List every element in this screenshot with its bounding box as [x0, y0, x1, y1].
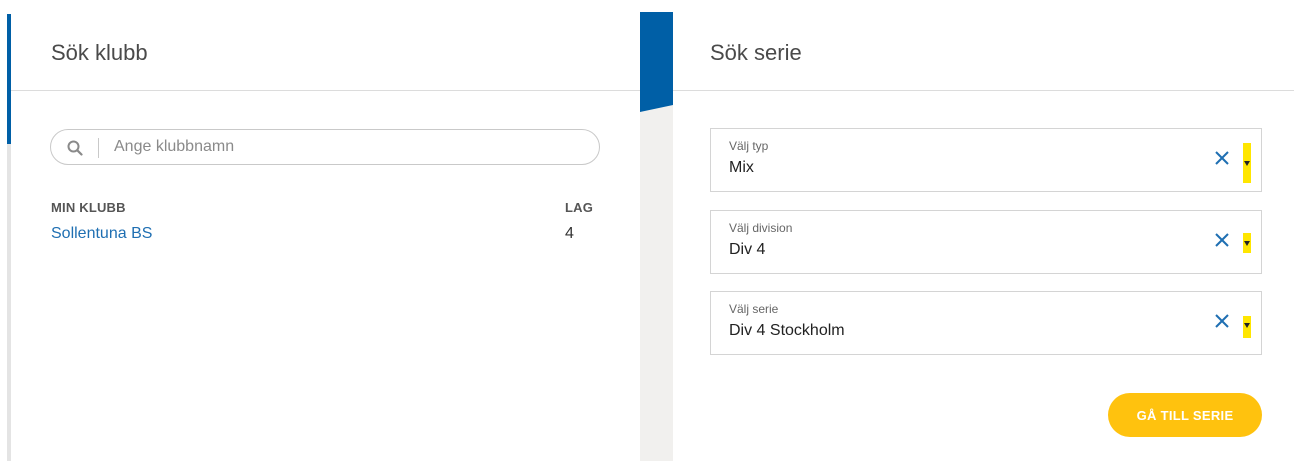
search-separator — [98, 138, 99, 158]
caret-down-icon — [1244, 161, 1250, 166]
close-icon[interactable] — [1215, 233, 1229, 247]
club-search-title: Sök klubb — [51, 40, 148, 65]
series-search-title: Sök serie — [710, 40, 802, 65]
club-team-count: 4 — [565, 225, 574, 242]
close-icon[interactable] — [1215, 151, 1229, 165]
select-type-label: Välj typ — [729, 139, 769, 153]
club-search-box[interactable] — [50, 129, 600, 165]
select-division-label: Välj division — [729, 221, 793, 235]
dropdown-toggle[interactable] — [1243, 233, 1251, 253]
select-type[interactable]: Välj typ Mix — [710, 128, 1262, 192]
select-division[interactable]: Välj division Div 4 — [710, 210, 1262, 274]
dropdown-toggle[interactable] — [1243, 316, 1251, 338]
gutter-top — [640, 0, 673, 12]
gutter-accent — [640, 12, 673, 112]
divider — [673, 90, 1294, 91]
select-division-value: Div 4 — [729, 241, 766, 258]
club-link-sollentuna[interactable]: Sollentuna BS — [51, 225, 152, 243]
goto-series-button[interactable]: GÅ TILL SERIE — [1108, 393, 1262, 437]
select-series[interactable]: Välj serie Div 4 Stockholm — [710, 291, 1262, 355]
series-search-panel: Sök serie Välj typ Mix Välj division Div… — [673, 0, 1294, 461]
divider — [11, 90, 640, 91]
column-header-club: MIN KLUBB — [51, 200, 126, 215]
column-header-teams: LAG — [565, 200, 594, 215]
search-icon — [67, 140, 83, 156]
panel-edge-accent — [7, 14, 11, 144]
close-icon[interactable] — [1215, 314, 1229, 328]
caret-down-icon — [1244, 241, 1250, 246]
caret-down-icon — [1244, 323, 1250, 328]
select-type-value: Mix — [729, 159, 754, 176]
select-series-value: Div 4 Stockholm — [729, 322, 845, 339]
club-search-panel: Sök klubb MIN KLUBB LAG Sollentuna BS 4 — [0, 0, 640, 461]
select-series-label: Välj serie — [729, 302, 779, 316]
dropdown-toggle[interactable] — [1243, 143, 1251, 183]
club-search-input[interactable] — [114, 136, 584, 158]
